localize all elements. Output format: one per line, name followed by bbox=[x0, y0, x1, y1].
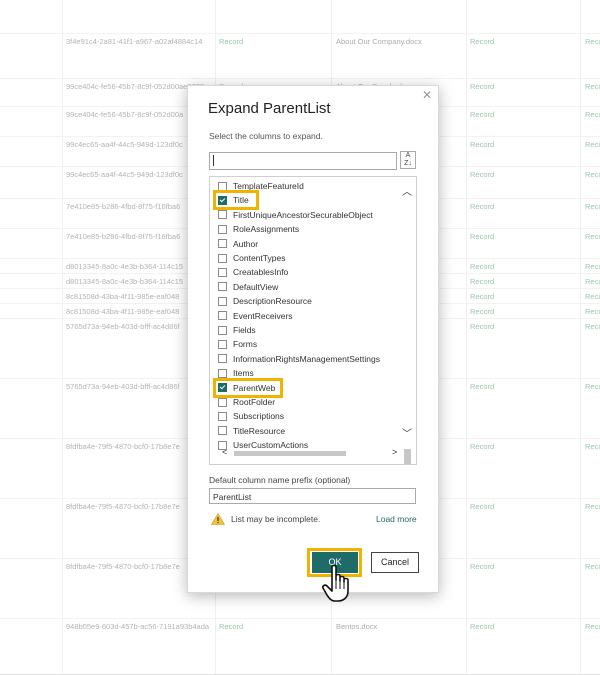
column-option[interactable]: FirstUniqueAncestorSecurableObject bbox=[218, 208, 373, 222]
column-checkbox[interactable] bbox=[218, 181, 227, 191]
column-option[interactable]: DefaultView bbox=[218, 280, 278, 294]
column-option[interactable]: RootFolder bbox=[218, 395, 275, 409]
scroll-up-icon[interactable]: ︿ bbox=[402, 183, 412, 198]
load-more-link[interactable]: Load more bbox=[376, 514, 417, 524]
prefix-input[interactable]: ParentList bbox=[209, 488, 416, 504]
column-option[interactable]: ContentTypes bbox=[218, 251, 285, 265]
column-label: ContentTypes bbox=[233, 253, 286, 263]
expand-dialog: Expand ParentList ✕ Select the columns t… bbox=[187, 85, 439, 593]
warning-text: List may be incomplete. bbox=[231, 514, 321, 524]
column-list: ︿ ﹀ < > TemplateFeatureId Title FirstUniqu… bbox=[209, 176, 417, 465]
column-label: DefaultView bbox=[233, 281, 279, 292]
column-label: Fields bbox=[233, 325, 256, 335]
column-option[interactable]: CreatablesInfo bbox=[218, 265, 288, 279]
column-checkbox[interactable] bbox=[218, 224, 227, 234]
column-checkbox[interactable] bbox=[218, 426, 227, 436]
column-checkbox[interactable] bbox=[218, 411, 227, 421]
column-label: RoleAssignments bbox=[233, 224, 300, 235]
column-label: Author bbox=[233, 238, 259, 249]
column-checkbox[interactable] bbox=[218, 253, 227, 263]
column-checkbox[interactable] bbox=[218, 210, 227, 220]
column-option[interactable]: RoleAssignments bbox=[218, 222, 299, 236]
column-checkbox[interactable] bbox=[218, 354, 227, 364]
column-label: Subscriptions bbox=[233, 411, 285, 422]
column-label: DescriptionResource bbox=[233, 296, 312, 307]
text-caret bbox=[213, 155, 214, 166]
column-search-input[interactable] bbox=[209, 152, 397, 170]
column-checkbox[interactable] bbox=[218, 267, 227, 277]
column-label: UserCustomActions bbox=[233, 440, 309, 451]
column-option[interactable]: UserCustomActions bbox=[218, 438, 308, 452]
column-label: InformationRightsManagementSettings bbox=[233, 353, 380, 364]
column-label: TitleResource bbox=[233, 425, 286, 436]
column-label: FirstUniqueAncestorSecurableObject bbox=[233, 209, 373, 220]
column-label: EventReceivers bbox=[233, 310, 293, 321]
column-checkbox[interactable] bbox=[218, 368, 227, 378]
column-option[interactable]: EventReceivers bbox=[218, 309, 293, 323]
column-checkbox[interactable] bbox=[218, 239, 227, 249]
column-option[interactable]: Forms bbox=[218, 337, 257, 351]
scroll-down-icon[interactable]: ﹀ bbox=[402, 425, 412, 440]
cancel-button[interactable]: Cancel bbox=[371, 552, 419, 573]
column-label: Forms bbox=[233, 339, 258, 350]
column-checkbox[interactable] bbox=[218, 282, 227, 292]
column-checkbox[interactable] bbox=[218, 325, 227, 335]
dialog-subtitle: Select the columns to expand. bbox=[209, 131, 323, 141]
column-option[interactable]: InformationRightsManagementSettings bbox=[218, 352, 380, 366]
warning-icon bbox=[211, 513, 225, 525]
sort-az-icon[interactable]: A Z↓ bbox=[400, 151, 416, 169]
column-checkbox[interactable] bbox=[218, 339, 227, 349]
column-option[interactable]: Fields bbox=[218, 323, 256, 337]
column-checkbox[interactable] bbox=[218, 311, 227, 321]
column-checkbox[interactable] bbox=[218, 397, 227, 407]
column-label: RootFolder bbox=[233, 397, 276, 407]
hand-cursor-icon bbox=[322, 564, 349, 602]
dialog-title: Expand ParentList bbox=[208, 100, 331, 117]
column-checkbox[interactable] bbox=[218, 296, 227, 306]
column-checkbox[interactable] bbox=[218, 440, 227, 450]
scroll-right-icon[interactable]: > bbox=[392, 447, 397, 457]
column-label: CreatablesInfo bbox=[233, 267, 289, 278]
column-option[interactable]: TitleResource bbox=[218, 424, 285, 438]
column-option[interactable]: Subscriptions bbox=[218, 409, 284, 423]
close-icon[interactable]: ✕ bbox=[422, 88, 432, 102]
column-option[interactable]: DescriptionResource bbox=[218, 294, 312, 308]
prefix-label: Default column name prefix (optional) bbox=[209, 475, 351, 485]
column-option[interactable]: Author bbox=[218, 237, 258, 251]
